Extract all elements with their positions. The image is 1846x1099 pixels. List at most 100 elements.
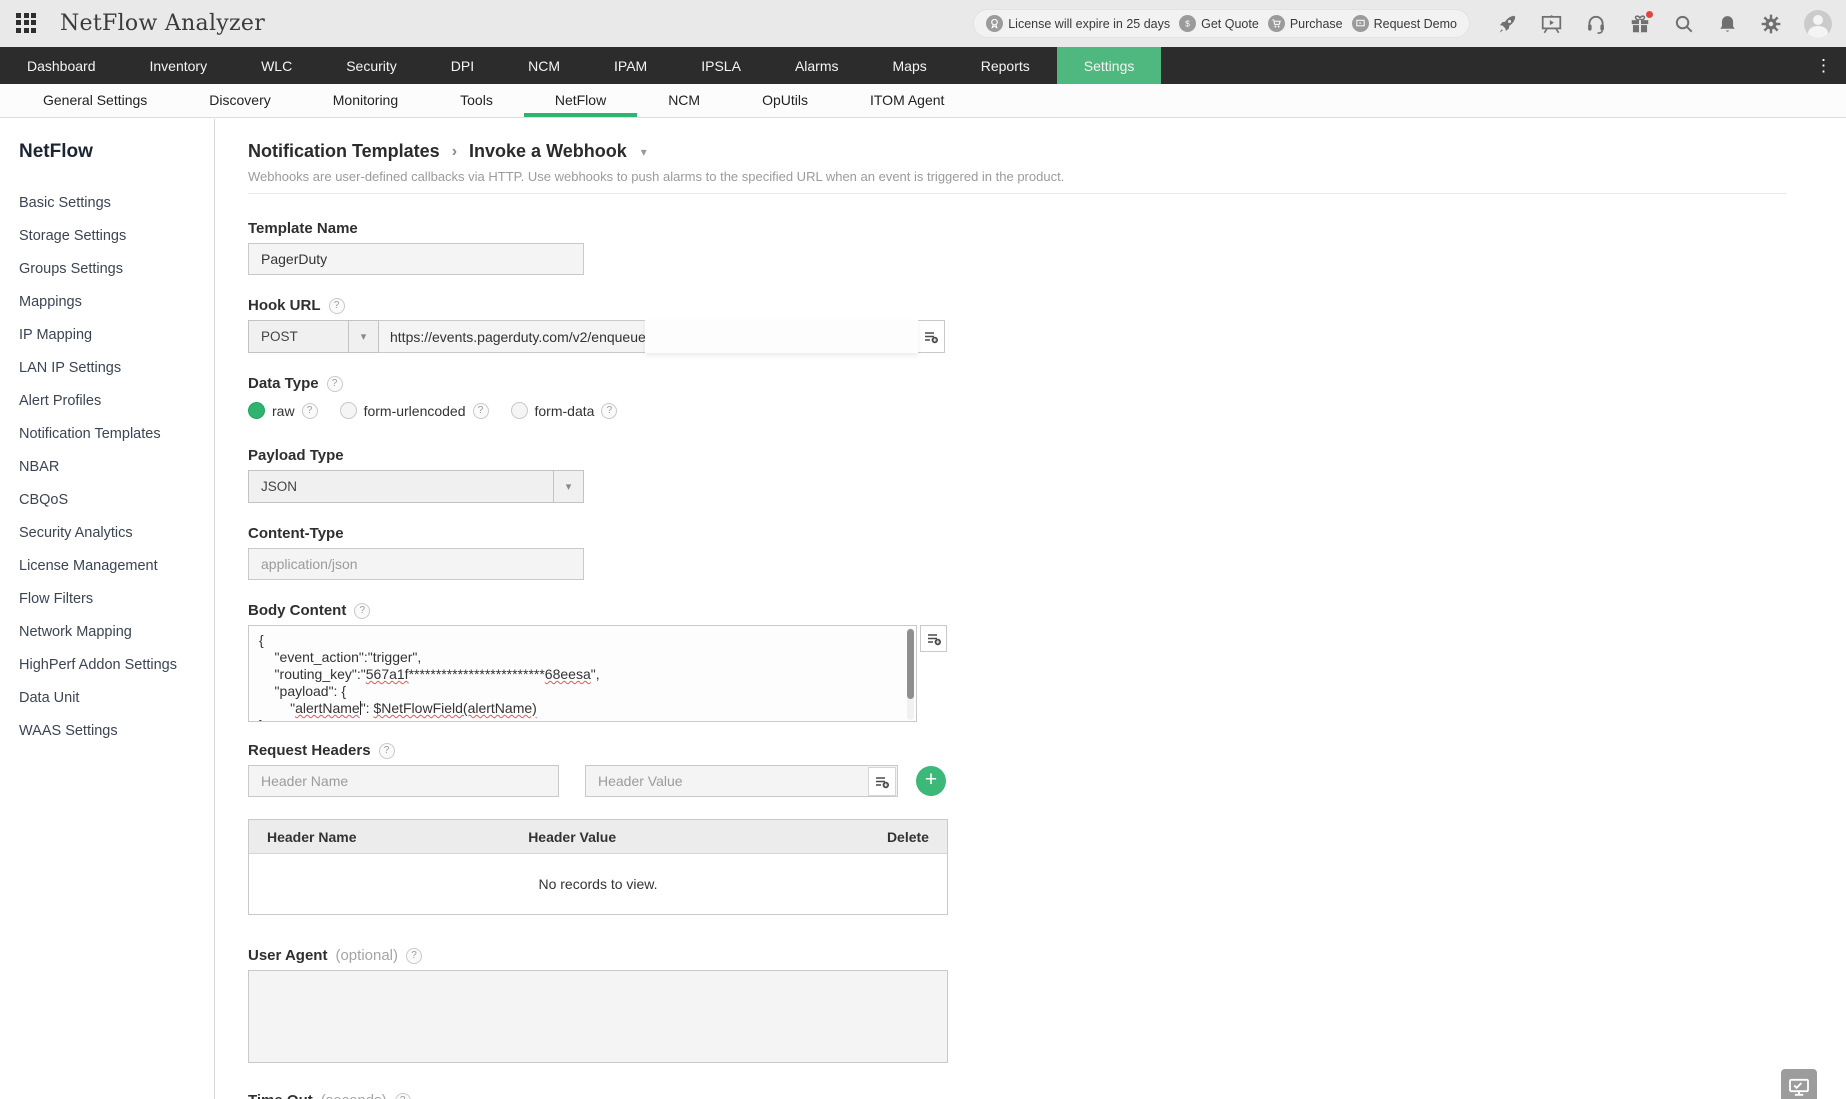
nav-tab-settings[interactable]: Settings bbox=[1056, 47, 1162, 84]
sidebar-item-data-unit[interactable]: Data Unit bbox=[19, 682, 214, 715]
notifications-bell-icon[interactable] bbox=[1717, 13, 1738, 35]
feedback-button[interactable] bbox=[1781, 1069, 1817, 1099]
header-divider bbox=[248, 193, 1786, 194]
support-headset-icon[interactable] bbox=[1585, 13, 1607, 35]
nav-tab-ncm[interactable]: NCM bbox=[501, 47, 587, 84]
subnav-tools[interactable]: Tools bbox=[429, 84, 524, 117]
code-line: { bbox=[259, 632, 264, 648]
subnav-general-settings[interactable]: General Settings bbox=[12, 84, 178, 117]
user-agent-label: User Agent (optional) ? bbox=[248, 947, 1846, 964]
sidebar-item-groups-settings[interactable]: Groups Settings bbox=[19, 253, 214, 286]
settings-gear-icon[interactable] bbox=[1760, 13, 1782, 35]
sidebar-item-cbqos[interactable]: CBQoS bbox=[19, 484, 214, 517]
sidebar-item-security-analytics[interactable]: Security Analytics bbox=[19, 517, 214, 550]
data-type-help-icon[interactable]: ? bbox=[326, 375, 343, 392]
raw-help-icon[interactable]: ? bbox=[301, 402, 318, 419]
body-content-editor[interactable]: { "event_action":"trigger", "routing_key… bbox=[248, 625, 917, 722]
nav-tab-ipsla[interactable]: IPSLA bbox=[674, 47, 768, 84]
sidebar-heading: NetFlow bbox=[19, 141, 93, 162]
body-content-scrollbar[interactable] bbox=[907, 628, 914, 720]
sidebar-item-waas-settings[interactable]: WAAS Settings bbox=[19, 715, 214, 748]
offers-gift-wrapper[interactable] bbox=[1629, 10, 1653, 35]
cart-icon bbox=[1267, 15, 1285, 32]
sidebar-item-notification-templates[interactable]: Notification Templates bbox=[19, 418, 214, 451]
subnav-itom-agent[interactable]: ITOM Agent bbox=[839, 84, 975, 117]
http-method-select[interactable]: POST ▾ bbox=[248, 320, 379, 353]
sidebar-item-nbar[interactable]: NBAR bbox=[19, 451, 214, 484]
sidebar-item-alert-profiles[interactable]: Alert Profiles bbox=[19, 385, 214, 418]
nav-tab-dpi[interactable]: DPI bbox=[424, 47, 501, 84]
form-data-help-icon[interactable]: ? bbox=[601, 402, 618, 419]
nav-overflow-menu[interactable]: ⋮ bbox=[1801, 47, 1846, 84]
search-icon[interactable] bbox=[1673, 13, 1695, 35]
add-header-button[interactable]: + bbox=[916, 766, 946, 796]
body-content-help-icon[interactable]: ? bbox=[354, 602, 371, 619]
user-agent-textarea[interactable] bbox=[248, 970, 948, 1063]
template-name-input[interactable] bbox=[248, 243, 584, 275]
header-value-input[interactable] bbox=[585, 765, 898, 797]
content-type-label: Content-Type bbox=[248, 525, 344, 542]
code-line: "payload": { bbox=[259, 683, 346, 699]
header-value-insert-variable-button[interactable] bbox=[868, 767, 896, 796]
header-name-input[interactable] bbox=[248, 765, 559, 797]
subnav-ncm[interactable]: NCM bbox=[637, 84, 731, 117]
payload-type-value: JSON bbox=[261, 479, 298, 494]
time-out-help-icon[interactable]: ? bbox=[394, 1092, 411, 1099]
purchase-link[interactable]: Purchase bbox=[1267, 15, 1343, 32]
breadcrumb: Notification Templates › Invoke a Webhoo… bbox=[248, 141, 1846, 162]
get-quote-link[interactable]: $ Get Quote bbox=[1179, 15, 1259, 32]
radio-selected-icon bbox=[248, 402, 265, 419]
request-demo-link[interactable]: Request Demo bbox=[1351, 15, 1457, 32]
col-header-value: Header Value bbox=[528, 828, 617, 845]
breadcrumb-chevron-icon: › bbox=[451, 142, 458, 160]
sidebar-item-network-mapping[interactable]: Network Mapping bbox=[19, 616, 214, 649]
breadcrumb-notification-templates[interactable]: Notification Templates bbox=[248, 141, 440, 162]
template-type-dropdown-caret-icon[interactable]: ▾ bbox=[641, 145, 647, 159]
subnav-oputils[interactable]: OpUtils bbox=[731, 84, 839, 117]
license-badge-icon bbox=[986, 15, 1004, 32]
sidebar-item-mappings[interactable]: Mappings bbox=[19, 286, 214, 319]
app-launcher-icon[interactable] bbox=[16, 12, 38, 35]
sidebar-item-basic-settings[interactable]: Basic Settings bbox=[19, 187, 214, 220]
page-description: Webhooks are user-defined callbacks via … bbox=[248, 169, 1065, 184]
nav-tab-dashboard[interactable]: Dashboard bbox=[0, 47, 123, 84]
user-avatar[interactable] bbox=[1804, 9, 1832, 38]
sidebar-item-flow-filters[interactable]: Flow Filters bbox=[19, 583, 214, 616]
body-insert-variable-button[interactable] bbox=[920, 625, 947, 652]
subnav-netflow[interactable]: NetFlow bbox=[523, 84, 638, 117]
presentation-icon[interactable] bbox=[1540, 13, 1563, 35]
form-urlencoded-help-icon[interactable]: ? bbox=[472, 402, 489, 419]
nav-tab-inventory[interactable]: Inventory bbox=[123, 47, 235, 84]
sidebar-item-license-management[interactable]: License Management bbox=[19, 550, 214, 583]
sidebar-item-highperf-addon-settings[interactable]: HighPerf Addon Settings bbox=[19, 649, 214, 682]
whats-new-rocket-icon[interactable] bbox=[1496, 13, 1518, 35]
hook-url-value: https://events.pagerduty.com/v2/enqueue bbox=[390, 328, 646, 345]
radio-form-data[interactable]: form-data ? bbox=[510, 402, 618, 419]
radio-form-urlencoded[interactable]: form-urlencoded ? bbox=[339, 402, 489, 419]
sidebar-item-ip-mapping[interactable]: IP Mapping bbox=[19, 319, 214, 352]
nav-tab-wlc[interactable]: WLC bbox=[234, 47, 319, 84]
radio-raw[interactable]: raw ? bbox=[248, 402, 318, 419]
hook-url-help-icon[interactable]: ? bbox=[328, 297, 345, 314]
dollar-icon: $ bbox=[1179, 15, 1197, 32]
nav-tab-security[interactable]: Security bbox=[319, 47, 424, 84]
nav-tab-alarms[interactable]: Alarms bbox=[768, 47, 866, 84]
code-line: "routing_key":"567a1f*******************… bbox=[259, 666, 600, 682]
url-insert-variable-button[interactable] bbox=[918, 320, 945, 353]
hook-url-input[interactable]: https://events.pagerduty.com/v2/enqueue bbox=[379, 320, 918, 353]
headers-table-header: Header Name Header Value Delete bbox=[249, 820, 947, 853]
body-content-wrap: { "event_action":"trigger", "routing_key… bbox=[248, 625, 948, 722]
payload-type-select[interactable]: JSON ▾ bbox=[248, 470, 584, 503]
subnav-discovery[interactable]: Discovery bbox=[178, 84, 301, 117]
nav-tab-ipam[interactable]: IPAM bbox=[587, 47, 674, 84]
request-headers-help-icon[interactable]: ? bbox=[378, 742, 395, 759]
nav-tab-reports[interactable]: Reports bbox=[954, 47, 1057, 84]
user-agent-help-icon[interactable]: ? bbox=[406, 947, 423, 964]
sidebar-item-storage-settings[interactable]: Storage Settings bbox=[19, 220, 214, 253]
subnav-monitoring[interactable]: Monitoring bbox=[302, 84, 429, 117]
sidebar-item-lan-ip-settings[interactable]: LAN IP Settings bbox=[19, 352, 214, 385]
nav-tab-maps[interactable]: Maps bbox=[866, 47, 954, 84]
radio-unselected-icon bbox=[339, 402, 357, 419]
content-type-input[interactable] bbox=[248, 548, 584, 580]
insert-variable-icon bbox=[925, 331, 938, 343]
